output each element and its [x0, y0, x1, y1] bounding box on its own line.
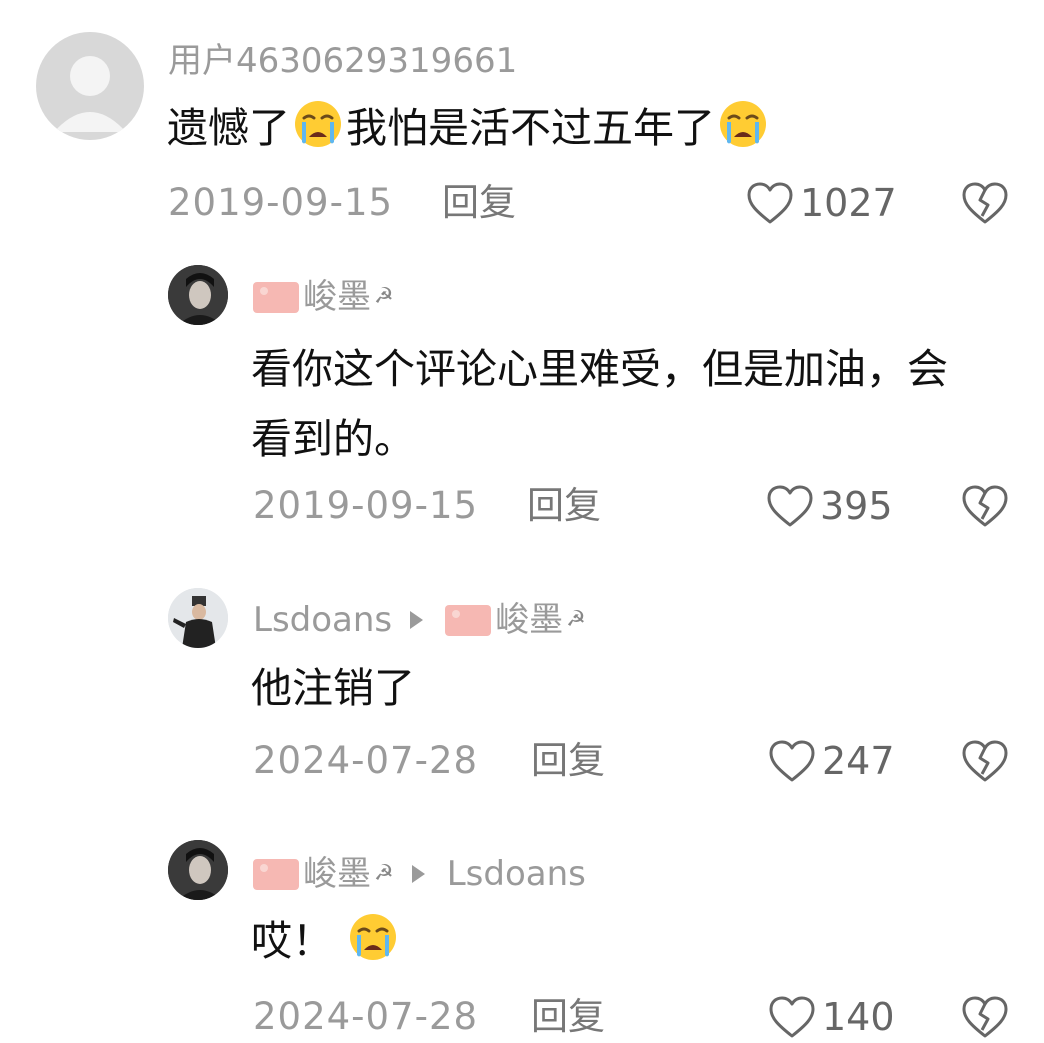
crying-face-emoji — [347, 911, 399, 963]
avatar[interactable] — [36, 32, 144, 140]
comment-meta: 2019-09-15 回复 395 — [0, 481, 1044, 531]
username[interactable]: Lsdoans 峻墨 ☭ — [253, 603, 586, 637]
comment-meta: 2019-09-15 回复 1027 — [0, 178, 1044, 228]
comment-item: 峻墨 ☭ Lsdoans 哎！ 2024-07-28 回复 140 — [0, 820, 1044, 1016]
broken-heart-icon[interactable] — [961, 181, 1009, 225]
avatar[interactable] — [168, 588, 228, 648]
reply-button[interactable]: 回复 — [527, 487, 601, 524]
like-button[interactable]: 140 — [768, 995, 895, 1039]
like-count: 1027 — [800, 181, 897, 225]
comment-meta: 2024-07-28 回复 140 — [0, 992, 1044, 1042]
comment-text: 哎！ — [251, 906, 401, 976]
flag-icon — [253, 281, 299, 313]
sickle-icon: ☭ — [374, 861, 394, 886]
reply-arrow-icon — [411, 865, 425, 883]
sickle-icon: ☭ — [566, 607, 586, 632]
comment-date: 2019-09-15 — [168, 181, 394, 224]
crying-face-emoji — [292, 98, 344, 150]
heart-outline-icon — [768, 995, 816, 1039]
username[interactable]: 峻墨 ☭ — [253, 280, 394, 314]
like-count: 395 — [820, 484, 893, 528]
flag-icon — [445, 604, 492, 636]
reply-button[interactable]: 回复 — [531, 742, 605, 779]
comment-text: 遗憾了 我怕是活不过五年了 — [167, 93, 771, 163]
comment-item: 用户4630629319661 遗憾了 我怕是活不过五年了 2019-09-15 … — [0, 0, 1044, 250]
broken-heart-icon[interactable] — [961, 739, 1009, 783]
like-button[interactable]: 395 — [766, 484, 893, 528]
comment-meta: 2024-07-28 回复 247 — [0, 736, 1044, 786]
reply-button[interactable]: 回复 — [531, 998, 605, 1035]
comment-text: 他注销了 — [251, 664, 415, 712]
comment-text: 看你这个评论心里难受，但是加油，会 看到的。 — [251, 345, 948, 463]
flag-icon — [253, 858, 299, 890]
comment-item: 峻墨 ☭ 看你这个评论心里难受，但是加油，会 看到的。 2019-09-15 回复… — [0, 250, 1044, 560]
crying-face-emoji — [717, 98, 769, 150]
heart-outline-icon — [768, 739, 816, 783]
comment-date: 2024-07-28 — [253, 995, 479, 1038]
broken-heart-icon[interactable] — [961, 484, 1009, 528]
avatar[interactable] — [168, 265, 228, 325]
comment-date: 2024-07-28 — [253, 739, 479, 782]
reply-to-username[interactable]: 峻墨 — [495, 603, 563, 637]
sickle-icon: ☭ — [374, 284, 394, 309]
reply-button[interactable]: 回复 — [442, 184, 516, 221]
comment-date: 2019-09-15 — [253, 484, 479, 527]
username[interactable]: 用户4630629319661 — [168, 44, 517, 78]
like-button[interactable]: 1027 — [746, 181, 897, 225]
reply-to-username[interactable]: Lsdoans — [447, 857, 586, 891]
reply-arrow-icon — [410, 611, 424, 629]
like-count: 140 — [822, 995, 895, 1039]
avatar[interactable] — [168, 840, 228, 900]
username[interactable]: 峻墨 ☭ Lsdoans — [253, 857, 586, 891]
broken-heart-icon[interactable] — [961, 995, 1009, 1039]
like-button[interactable]: 247 — [768, 739, 895, 783]
like-count: 247 — [822, 739, 895, 783]
heart-outline-icon — [746, 181, 794, 225]
comment-item: Lsdoans 峻墨 ☭ 他注销了 2024-07-28 回复 247 — [0, 560, 1044, 820]
heart-outline-icon — [766, 484, 814, 528]
